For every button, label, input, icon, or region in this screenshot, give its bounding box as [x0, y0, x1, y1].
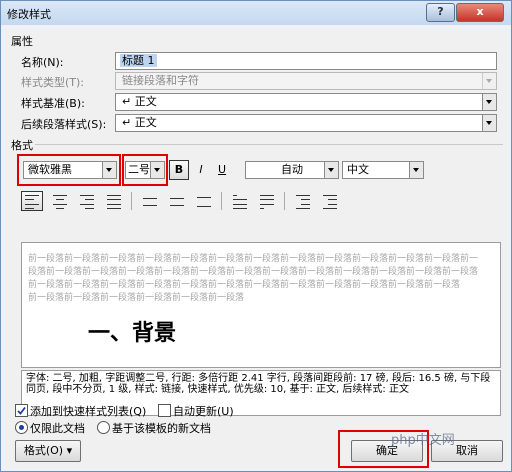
- based-on-value: ↵ 正文: [122, 95, 157, 108]
- add-to-quick-styles-checkbox[interactable]: [15, 404, 28, 417]
- font-color-select[interactable]: 自动: [245, 161, 339, 179]
- name-label: 名称(N):: [21, 56, 64, 69]
- preview-prev-line: 段落前一段落前一段落前一段落前一段落前一段落前一段落前一段落前一段落前一段落前一…: [28, 267, 479, 277]
- next-style-value: ↵ 正文: [122, 116, 157, 129]
- toolbar-separator: [284, 192, 285, 210]
- underline-button[interactable]: U: [212, 160, 232, 180]
- style-description-text: 字体: 二号, 加粗, 字距调整二号, 行距: 多倍行距 2.41 字行, 段落…: [26, 373, 491, 395]
- new-docs-template-radio[interactable]: [97, 421, 110, 434]
- script-value: 中文: [347, 163, 369, 176]
- based-on-select[interactable]: ↵ 正文: [115, 93, 497, 111]
- style-type-label: 样式类型(T):: [21, 76, 85, 89]
- justify-icon[interactable]: [107, 194, 121, 210]
- chevron-down-icon[interactable]: [482, 115, 496, 131]
- align-left-button[interactable]: [21, 191, 43, 211]
- auto-update-checkbox[interactable]: [158, 404, 171, 417]
- format-menu-button[interactable]: 格式(O) ▾: [15, 440, 81, 462]
- increase-indent-icon[interactable]: [323, 194, 337, 210]
- chevron-down-icon[interactable]: [409, 162, 423, 178]
- title-bar: 修改样式 ? x: [1, 1, 511, 25]
- radio-selected-dot: [19, 425, 24, 430]
- space-after-icon[interactable]: [260, 194, 274, 210]
- preview-prev-line: 前一段落前一段落前一段落前一段落前一段落前一段落前一段落前一段落前一段落前一段落…: [28, 254, 479, 264]
- highlight-size-box: [122, 154, 168, 186]
- checkmark-icon: [17, 406, 26, 415]
- dialog-body: 属性 名称(N): 标题 1 样式类型(T): 链接段落和字符 样式基准(B):…: [5, 29, 507, 469]
- format-group-label: 格式: [11, 139, 33, 152]
- toolbar-separator: [221, 192, 222, 210]
- name-input[interactable]: 标题 1: [115, 52, 497, 70]
- italic-button[interactable]: I: [191, 160, 211, 180]
- help-button[interactable]: ?: [426, 3, 455, 22]
- modify-style-dialog: 修改样式 ? x 属性 名称(N): 标题 1 样式类型(T): 链接段落和字符…: [0, 0, 512, 472]
- close-button[interactable]: x: [456, 3, 504, 22]
- space-before-icon[interactable]: [233, 194, 247, 210]
- auto-update-label: 自动更新(U): [173, 405, 234, 418]
- preview-pane: 前一段落前一段落前一段落前一段落前一段落前一段落前一段落前一段落前一段落前一段落…: [21, 242, 501, 368]
- align-right-icon[interactable]: [80, 194, 94, 210]
- style-type-value: 链接段落和字符: [122, 74, 199, 87]
- toolbar-separator: [131, 192, 132, 210]
- based-on-label: 样式基准(B):: [21, 97, 85, 110]
- preview-prev-line: 前一段落前一段落前一段落前一段落前一段落前一段落: [28, 293, 245, 303]
- highlight-font-box: [17, 154, 121, 186]
- chevron-down-icon[interactable]: [324, 162, 338, 178]
- new-docs-template-label: 基于该模板的新文档: [112, 422, 211, 435]
- watermark-text: php中文网: [391, 433, 455, 448]
- align-center-icon[interactable]: [53, 194, 67, 210]
- chevron-down-icon[interactable]: [482, 94, 496, 110]
- only-this-doc-label: 仅限此文档: [30, 422, 85, 435]
- properties-group-label: 属性: [11, 35, 33, 48]
- font-color-value: 自动: [281, 163, 303, 176]
- preview-heading: 一、背景: [88, 321, 177, 346]
- align-left-icon: [25, 194, 39, 210]
- one-half-spacing-icon[interactable]: [170, 197, 184, 207]
- preview-prev-line: 前一段落前一段落前一段落前一段落前一段落前一段落前一段落前一段落前一段落前一段落…: [28, 280, 461, 290]
- add-to-quick-styles-label: 添加到快速样式列表(Q): [30, 405, 147, 418]
- single-spacing-icon[interactable]: [143, 197, 157, 207]
- name-input-value: 标题 1: [120, 54, 157, 67]
- double-spacing-icon[interactable]: [197, 196, 211, 208]
- dialog-title: 修改样式: [7, 8, 51, 21]
- format-group-divider: [35, 144, 503, 145]
- style-type-select: 链接段落和字符: [115, 72, 497, 90]
- chevron-down-icon: [482, 73, 496, 89]
- bold-button[interactable]: B: [169, 160, 189, 180]
- decrease-indent-icon[interactable]: [296, 194, 310, 210]
- only-this-doc-radio[interactable]: [15, 421, 28, 434]
- next-style-label: 后续段落样式(S):: [21, 118, 107, 131]
- next-style-select[interactable]: ↵ 正文: [115, 114, 497, 132]
- script-select[interactable]: 中文: [342, 161, 424, 179]
